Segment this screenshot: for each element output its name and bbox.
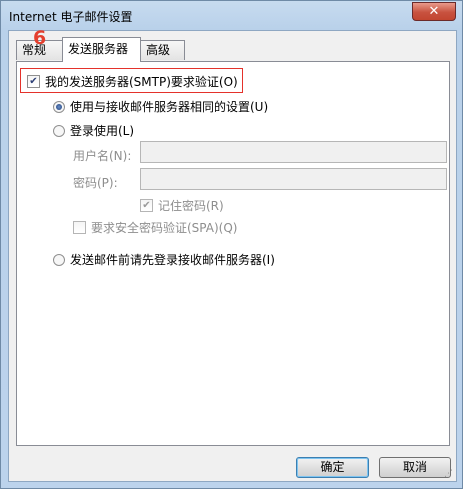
- dialog-client-area: 6 常规 发送服务器 高级 ✔ 我的发送服务器(SMTP)要求验证(O) 使用与…: [8, 27, 457, 482]
- username-label: 用户名(N):: [73, 149, 132, 163]
- password-label: 密码(P):: [73, 176, 118, 190]
- same-settings-label: 使用与接收邮件服务器相同的设置(U): [70, 100, 269, 114]
- same-settings-row[interactable]: 使用与接收邮件服务器相同的设置(U): [53, 98, 268, 115]
- remember-password-label: 记住密码(R): [158, 199, 224, 213]
- log-on-incoming-first-row[interactable]: 发送邮件前请先登录接收邮件服务器(I): [53, 251, 275, 268]
- log-on-incoming-first-radio[interactable]: [53, 253, 65, 266]
- smtp-auth-row[interactable]: ✔ 我的发送服务器(SMTP)要求验证(O): [27, 73, 238, 90]
- remember-password-checkbox[interactable]: ✔: [140, 199, 153, 212]
- spa-label: 要求安全密码验证(SPA)(Q): [91, 221, 238, 235]
- log-on-using-row[interactable]: 登录使用(L): [53, 122, 134, 139]
- username-input[interactable]: [140, 141, 447, 163]
- password-input[interactable]: [140, 168, 447, 190]
- ok-button[interactable]: 确定: [296, 457, 369, 478]
- cancel-button[interactable]: 取消: [379, 457, 451, 478]
- settings-dialog: Internet 电子邮件设置 ✕ 6 常规 发送服务器 高级 ✔ 我的发送服务…: [0, 0, 463, 489]
- log-on-using-label: 登录使用(L): [70, 124, 135, 138]
- same-settings-radio[interactable]: [53, 100, 65, 113]
- tab-outgoing-server[interactable]: 发送服务器: [62, 37, 141, 62]
- spa-checkbox[interactable]: [73, 221, 86, 234]
- log-on-using-radio[interactable]: [53, 124, 65, 137]
- tab-advanced[interactable]: 高级: [140, 40, 185, 60]
- spa-row[interactable]: 要求安全密码验证(SPA)(Q): [73, 219, 237, 236]
- close-button[interactable]: ✕: [412, 2, 456, 21]
- smtp-auth-checkbox[interactable]: ✔: [27, 75, 40, 88]
- resize-grip-icon[interactable]: ⋰: [444, 469, 454, 479]
- window-title: Internet 电子邮件设置: [9, 10, 133, 24]
- remember-password-row[interactable]: ✔ 记住密码(R): [140, 197, 224, 214]
- outgoing-server-panel: ✔ 我的发送服务器(SMTP)要求验证(O) 使用与接收邮件服务器相同的设置(U…: [16, 61, 450, 446]
- step-annotation: 6: [33, 27, 47, 49]
- log-on-incoming-first-label: 发送邮件前请先登录接收邮件服务器(I): [70, 253, 275, 267]
- smtp-auth-label: 我的发送服务器(SMTP)要求验证(O): [45, 75, 238, 89]
- close-icon: ✕: [428, 4, 440, 19]
